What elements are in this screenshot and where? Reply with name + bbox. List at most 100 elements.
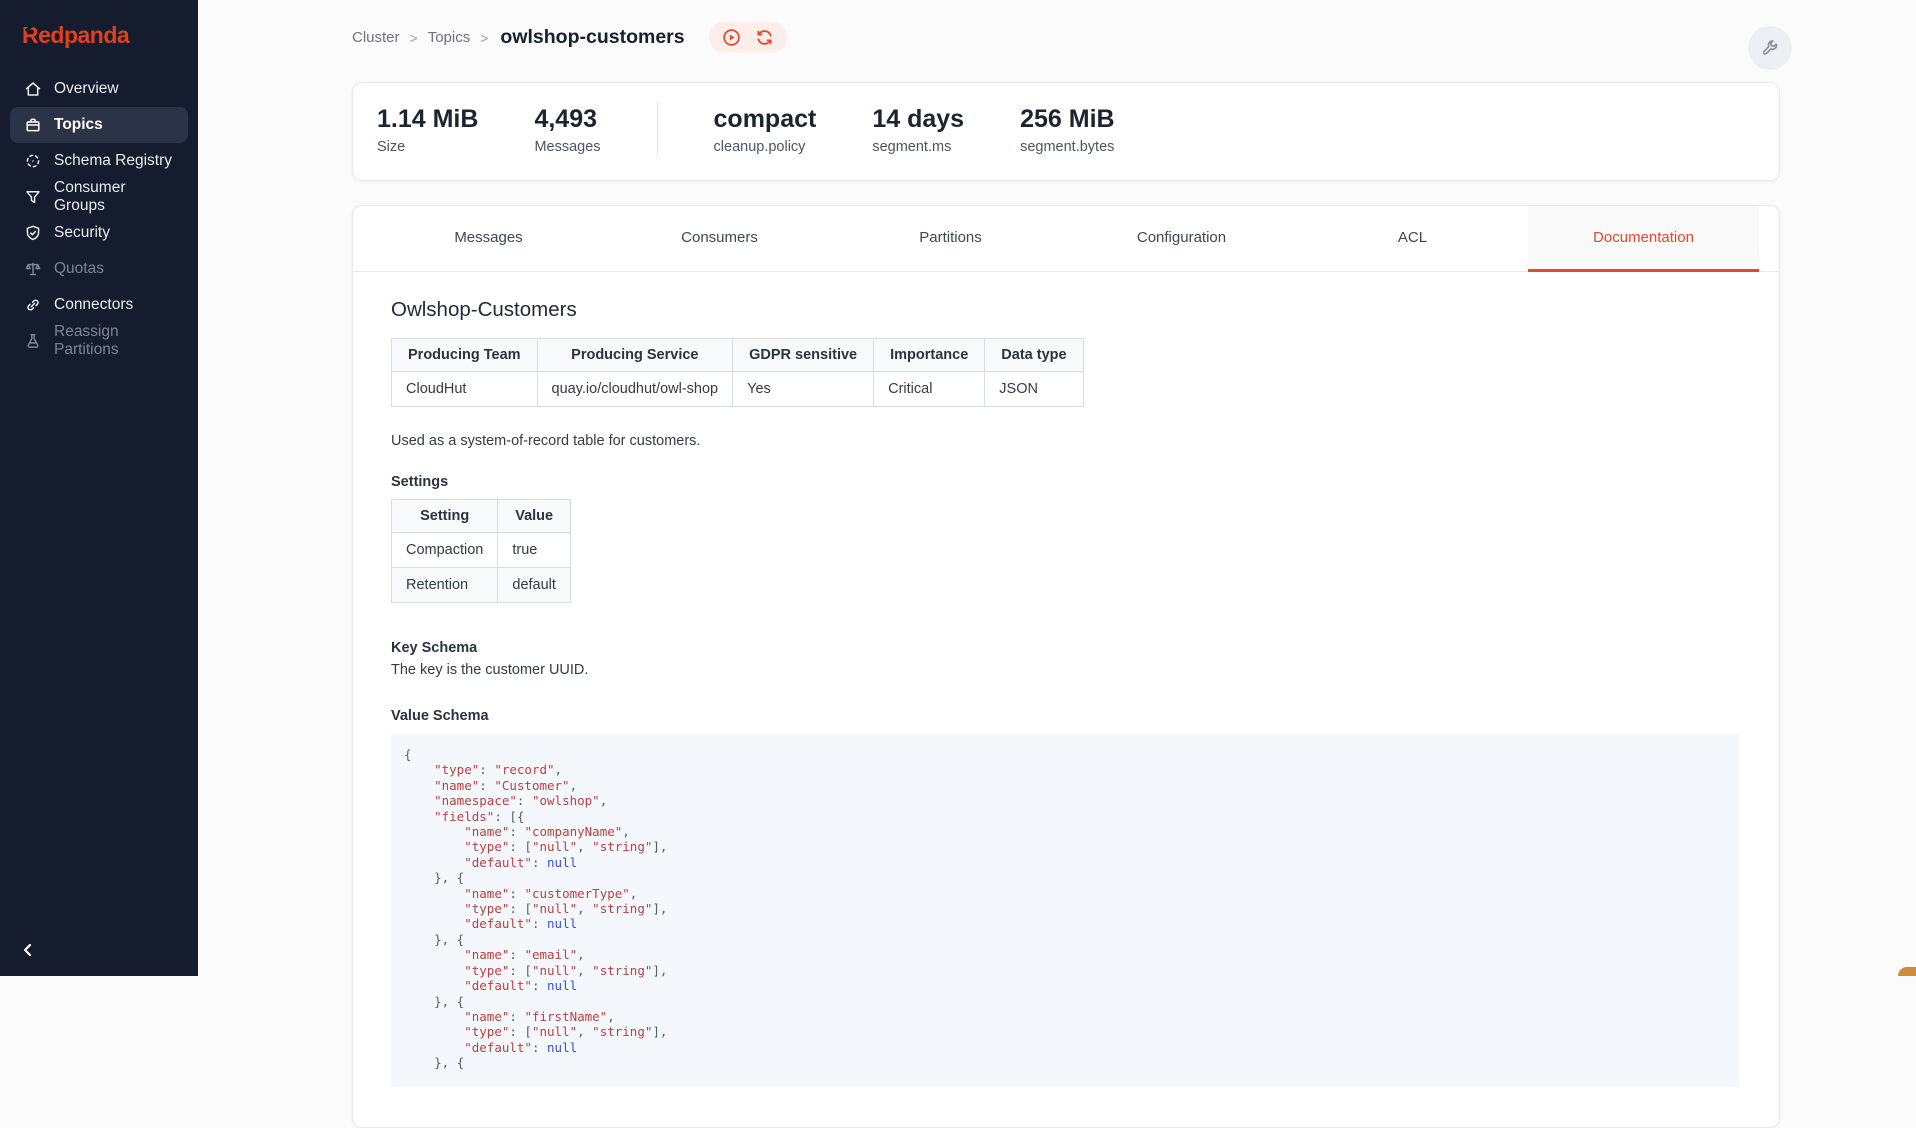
sidebar: Redpanda Overview Topics Schema Registry — [0, 0, 198, 976]
stat-label: segment.ms — [872, 139, 964, 155]
sidebar-item-topics[interactable]: Topics — [10, 107, 188, 143]
sidebar-item-label: Quotas — [54, 260, 104, 278]
quotas-scales-icon — [24, 260, 42, 278]
security-shield-icon — [24, 224, 42, 242]
table-header-cell: Producing Service — [537, 339, 733, 372]
table-cell: JSON — [985, 372, 1083, 407]
table-cell: Compaction — [392, 533, 498, 568]
key-schema-heading: Key Schema — [391, 640, 1737, 656]
table-header-cell: Producing Team — [392, 339, 538, 372]
tab-messages[interactable]: Messages — [373, 206, 604, 272]
value-schema-code: { "type": "record", "name": "Customer", … — [391, 734, 1739, 1087]
table-row: CloudHutquay.io/cloudhut/owl-shopYesCrit… — [392, 372, 1084, 407]
table-header-cell: Data type — [985, 339, 1083, 372]
stat-value: compact — [714, 104, 817, 134]
admin-tools-button[interactable] — [1748, 26, 1792, 70]
doc-title: Owlshop-Customers — [391, 298, 1737, 322]
stat-label: Messages — [534, 139, 600, 155]
tab-bar: Messages Consumers Partitions Configurat… — [353, 206, 1779, 272]
connectors-link-icon — [24, 296, 42, 314]
table-cell: Retention — [392, 568, 498, 603]
key-schema-text: The key is the customer UUID. — [391, 662, 1737, 678]
stat-label: segment.bytes — [1020, 139, 1114, 155]
stat-messages: 4,493 Messages — [534, 104, 600, 155]
value-schema-heading: Value Schema — [391, 708, 1737, 724]
breadcrumb-separator: > — [410, 30, 418, 46]
topic-actions-pill — [709, 22, 787, 53]
settings-heading: Settings — [391, 474, 1737, 490]
main-area: Cluster > Topics > owlshop-customers — [198, 0, 1916, 976]
logo-text: Redpanda — [22, 22, 129, 48]
topic-detail-card: Messages Consumers Partitions Configurat… — [352, 205, 1780, 1128]
stat-size: 1.14 MiB Size — [377, 104, 478, 155]
reassign-partitions-icon — [24, 332, 42, 350]
chevron-left-icon — [20, 942, 36, 958]
stat-label: Size — [377, 139, 478, 155]
sidebar-item-security[interactable]: Security — [10, 215, 188, 251]
page-header: Cluster > Topics > owlshop-customers — [352, 0, 1780, 70]
wrench-icon — [1760, 38, 1780, 58]
stats-divider — [657, 101, 658, 158]
sidebar-item-label: Schema Registry — [54, 152, 172, 170]
sidebar-item-label: Security — [54, 224, 110, 242]
sidebar-item-connectors[interactable]: Connectors — [10, 287, 188, 323]
sidebar-item-label: Topics — [54, 116, 103, 134]
table-cell: default — [498, 568, 571, 603]
stat-cleanup-policy: compact cleanup.policy — [714, 104, 817, 155]
breadcrumb-topics[interactable]: Topics — [428, 29, 471, 46]
sidebar-item-reassign-partitions[interactable]: Reassign Partitions — [10, 323, 188, 359]
sidebar-item-quotas[interactable]: Quotas — [10, 251, 188, 287]
table-cell: CloudHut — [392, 372, 538, 407]
chat-widget-corner[interactable] — [1898, 967, 1916, 976]
table-header-row: SettingValue — [392, 500, 571, 533]
stat-segment-ms: 14 days segment.ms — [872, 104, 964, 155]
topic-info-table: Producing TeamProducing ServiceGDPR sens… — [391, 338, 1084, 407]
sidebar-item-overview[interactable]: Overview — [10, 71, 188, 107]
table-cell: Yes — [733, 372, 874, 407]
topics-icon — [24, 116, 42, 134]
play-circle-icon[interactable] — [722, 28, 741, 47]
sidebar-item-label: Overview — [54, 80, 119, 98]
sidebar-item-consumer-groups[interactable]: Consumer Groups — [10, 179, 188, 215]
page-title: owlshop-customers — [500, 26, 684, 49]
stat-value: 1.14 MiB — [377, 104, 478, 134]
stat-value: 4,493 — [534, 104, 600, 134]
table-row: Retentiondefault — [392, 568, 571, 603]
table-header-cell: Importance — [874, 339, 985, 372]
sidebar-item-label: Consumer Groups — [54, 179, 174, 215]
schema-registry-icon — [24, 152, 42, 170]
tab-documentation[interactable]: Documentation — [1528, 206, 1759, 272]
table-row: Compactiontrue — [392, 533, 571, 568]
stat-value: 256 MiB — [1020, 104, 1114, 134]
documentation-content: Owlshop-Customers Producing TeamProducin… — [353, 272, 1779, 1127]
sidebar-item-schema-registry[interactable]: Schema Registry — [10, 143, 188, 179]
topic-stats-card: 1.14 MiB Size 4,493 Messages compact cle… — [352, 82, 1780, 181]
tab-partitions[interactable]: Partitions — [835, 206, 1066, 272]
doc-description: Used as a system-of-record table for cus… — [391, 433, 1737, 449]
settings-table: SettingValue CompactiontrueRetentiondefa… — [391, 499, 571, 603]
tab-consumers[interactable]: Consumers — [604, 206, 835, 272]
table-cell: quay.io/cloudhut/owl-shop — [537, 372, 733, 407]
tab-acl[interactable]: ACL — [1297, 206, 1528, 272]
breadcrumb-cluster[interactable]: Cluster — [352, 29, 400, 46]
stat-segment-bytes: 256 MiB segment.bytes — [1020, 104, 1114, 155]
sidebar-collapse-button[interactable] — [14, 936, 42, 964]
refresh-icon[interactable] — [755, 28, 774, 47]
table-cell: Critical — [874, 372, 985, 407]
breadcrumb: Cluster > Topics > owlshop-customers — [352, 22, 1780, 53]
home-icon — [24, 80, 42, 98]
table-cell: true — [498, 533, 571, 568]
redpanda-logo[interactable]: Redpanda — [22, 22, 198, 49]
table-header-cell: Value — [498, 500, 571, 533]
tab-configuration[interactable]: Configuration — [1066, 206, 1297, 272]
sidebar-nav: Overview Topics Schema Registry Consumer… — [0, 71, 198, 359]
table-header-cell: Setting — [392, 500, 498, 533]
table-header-row: Producing TeamProducing ServiceGDPR sens… — [392, 339, 1084, 372]
sidebar-item-label: Connectors — [54, 296, 133, 314]
stat-label: cleanup.policy — [714, 139, 817, 155]
table-header-cell: GDPR sensitive — [733, 339, 874, 372]
breadcrumb-separator: > — [480, 30, 488, 46]
consumer-groups-icon — [24, 188, 42, 206]
stat-value: 14 days — [872, 104, 964, 134]
sidebar-item-label: Reassign Partitions — [54, 323, 174, 359]
